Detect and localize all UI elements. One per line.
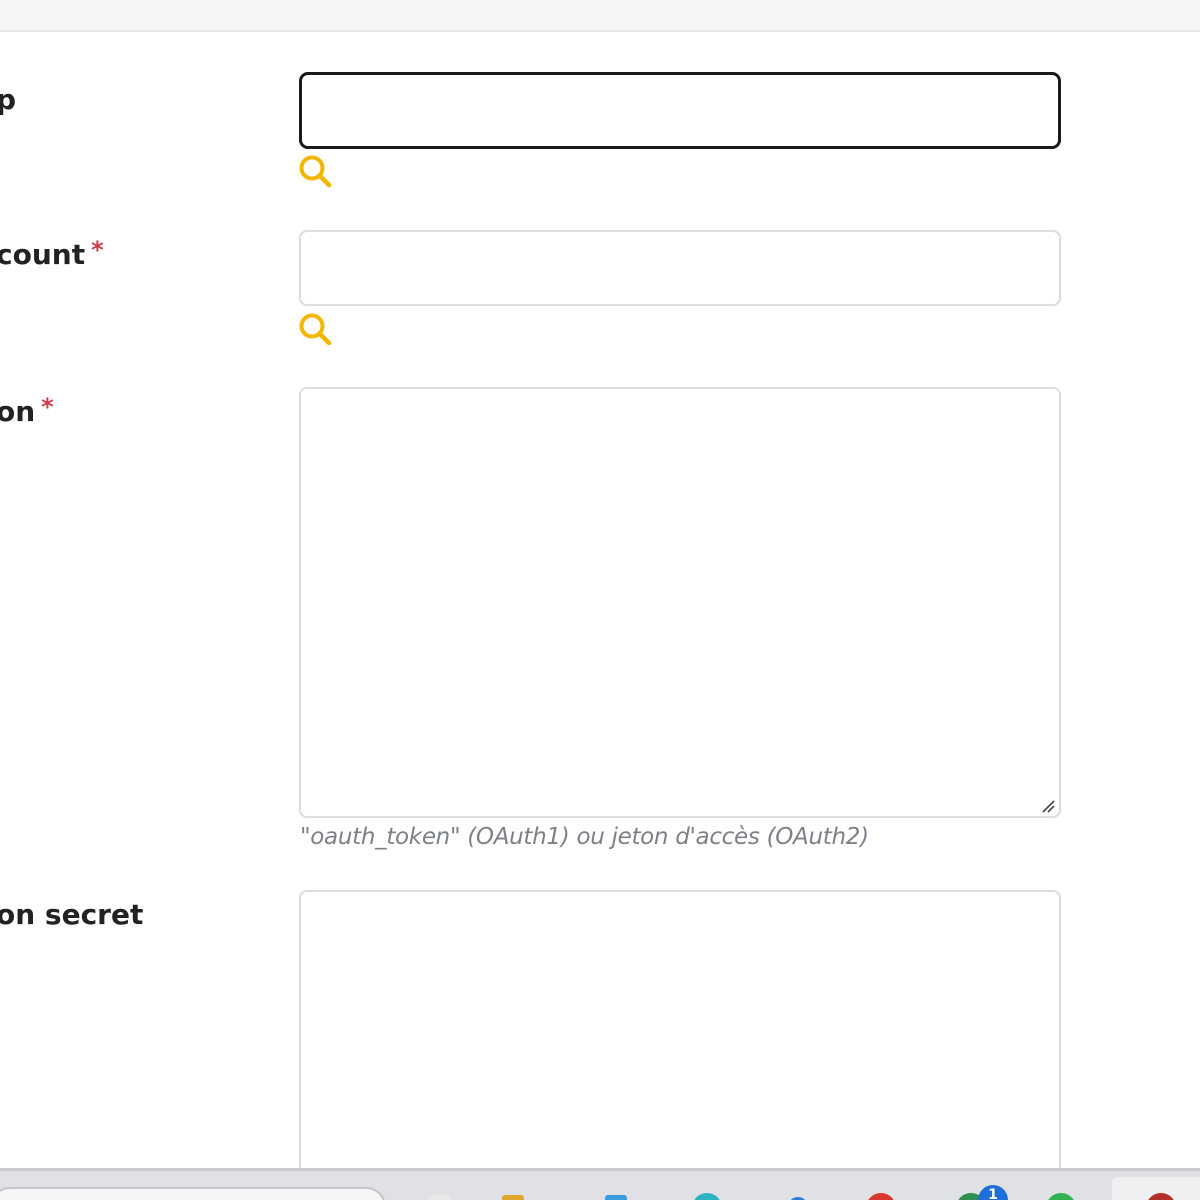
resize-grip-icon[interactable] [1041,799,1055,813]
search-icon[interactable] [297,311,335,349]
field-label-token-secret-text: on secret [0,898,144,931]
field-label-token-text: on [0,395,36,428]
account-input[interactable] [299,230,1061,306]
search-icon[interactable] [297,153,335,191]
app-input[interactable] [299,72,1061,149]
token-textarea[interactable] [299,387,1061,818]
taskbar: 1 [0,1168,1200,1200]
field-label-token-secret: on secret [0,901,143,929]
required-marker: * [91,236,104,264]
field-label-token: on * [0,395,54,428]
taskbar-corner [1112,1177,1200,1200]
field-label-account: count * [0,238,104,271]
field-label-app: p [0,86,16,114]
folder-icon[interactable] [502,1195,524,1200]
token-help-text: "oauth_token" (OAuth1) ou jeton d'accès … [300,824,869,850]
taskbar-app-icon[interactable] [605,1195,627,1200]
token-secret-textarea[interactable] [299,890,1061,1190]
taskbar-app-icon[interactable] [1046,1193,1076,1200]
taskbar-app-icon[interactable] [428,1195,450,1200]
taskbar-app-icon[interactable] [1146,1193,1176,1200]
field-label-account-text: count [0,238,86,271]
app-page: p count * on * "oauth_token" (OAuth1) ou j… [0,0,1200,1200]
taskbar-app-icon[interactable] [692,1193,722,1200]
notification-badge: 1 [978,1185,1008,1200]
field-label-app-text: p [0,83,17,116]
taskbar-search-box[interactable] [0,1187,386,1200]
top-bar [0,0,1200,32]
taskbar-app-icon[interactable] [866,1193,896,1200]
required-marker: * [41,393,54,421]
